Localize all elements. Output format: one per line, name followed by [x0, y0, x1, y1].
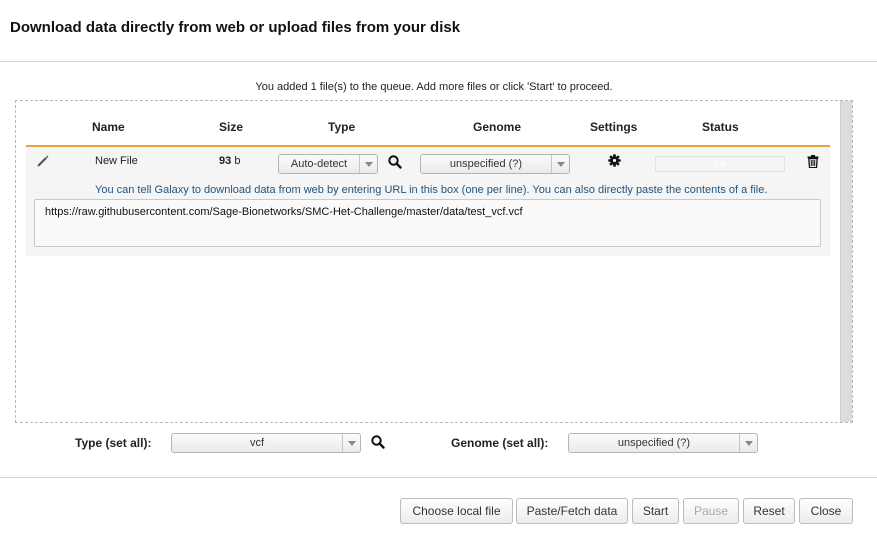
header-size: Size — [219, 120, 244, 134]
file-size-value: 93 — [219, 155, 232, 167]
url-paste-textarea[interactable]: https://raw.githubusercontent.com/Sage-B… — [34, 199, 821, 247]
header-type: Type — [328, 120, 356, 134]
file-type-value: Auto-detect — [290, 158, 348, 170]
trash-icon[interactable] — [807, 155, 819, 168]
search-icon[interactable] — [371, 435, 385, 449]
pause-button: Pause — [683, 498, 739, 524]
genome-set-all-select[interactable]: unspecified (?) — [568, 433, 758, 453]
queue-scrollbar[interactable] — [840, 101, 852, 422]
queue-message: You added 1 file(s) to the queue. Add mo… — [255, 81, 613, 93]
file-size-unit: b — [234, 155, 241, 167]
search-icon[interactable] — [388, 155, 402, 169]
paste-fetch-data-button[interactable]: Paste/Fetch data — [516, 498, 628, 524]
file-genome-select[interactable]: unspecified (?) — [420, 154, 570, 174]
file-genome-value: unspecified (?) — [449, 158, 523, 170]
upload-queue-box[interactable]: Name Size Type Genome Settings Status Ne… — [15, 100, 853, 423]
file-size: 93 b — [219, 155, 240, 167]
pencil-icon[interactable] — [36, 154, 50, 168]
header-status: Status — [702, 120, 739, 134]
type-set-all-select[interactable]: vcf — [171, 433, 361, 453]
close-button[interactable]: Close — [799, 498, 853, 524]
genome-set-all-value: unspecified (?) — [617, 437, 691, 449]
dialog-header: Download data directly from web or uploa… — [0, 0, 877, 62]
chevron-down-icon — [342, 434, 360, 452]
choose-local-file-button[interactable]: Choose local file — [400, 498, 513, 524]
header-settings: Settings — [590, 120, 638, 134]
genome-set-all-label: Genome (set all): — [451, 436, 549, 450]
upload-progress-bar: 0% — [655, 156, 785, 172]
type-set-all-label: Type (set all): — [75, 436, 152, 450]
file-row: New File 93 b Auto-detect unspecified (?… — [26, 147, 830, 256]
dialog-title: Download data directly from web or uploa… — [10, 19, 461, 36]
header-name: Name — [92, 120, 125, 134]
file-name[interactable]: New File — [95, 155, 138, 167]
reset-button[interactable]: Reset — [743, 498, 795, 524]
header-genome: Genome — [473, 120, 522, 134]
file-type-select[interactable]: Auto-detect — [278, 154, 378, 174]
type-set-all-value: vcf — [249, 437, 265, 449]
chevron-down-icon — [359, 155, 377, 173]
url-hint-text: You can tell Galaxy to download data fro… — [95, 184, 768, 196]
chevron-down-icon — [551, 155, 569, 173]
gear-icon[interactable] — [608, 154, 621, 167]
queue-table-header: Name Size Type Genome Settings Status — [26, 101, 830, 147]
upload-progress-label: 0% — [713, 159, 727, 169]
start-button[interactable]: Start — [632, 498, 679, 524]
chevron-down-icon — [739, 434, 757, 452]
